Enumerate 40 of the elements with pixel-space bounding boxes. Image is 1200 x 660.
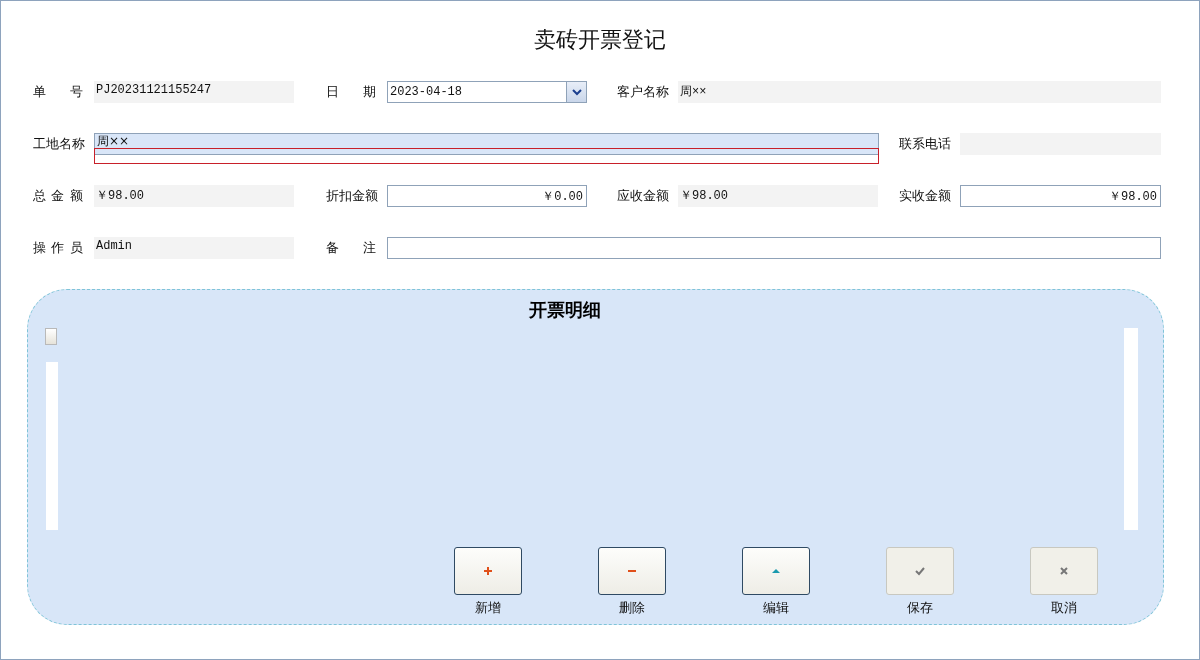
field-label: 工地名称 [33, 135, 83, 153]
field-label: 折扣金额 [326, 187, 376, 205]
button-caption: 编辑 [763, 599, 789, 617]
readonly-field: ￥98.00 [678, 185, 878, 207]
field-label: 总 金 额 [33, 187, 83, 205]
input-field[interactable]: 周×× [94, 133, 879, 155]
field-label: 联系电话 [899, 135, 949, 153]
field-label: 实收金额 [899, 187, 949, 205]
scrollbar[interactable] [1124, 328, 1138, 530]
toolbar-button[interactable] [742, 547, 810, 595]
dropdown-button[interactable] [566, 82, 586, 102]
readonly-field: ￥98.00 [94, 185, 294, 207]
chevron-down-icon [571, 88, 582, 96]
button-caption: 保存 [907, 599, 933, 617]
field-label: 客户名称 [617, 83, 667, 101]
scrollbar[interactable] [46, 362, 58, 530]
button-caption: 新增 [475, 599, 501, 617]
triangle-up-icon [771, 566, 781, 576]
readonly-field: 周×× [678, 81, 1161, 103]
input-field[interactable]: ￥0.00 [387, 185, 587, 207]
input-field[interactable] [387, 237, 1161, 259]
toolbar-button[interactable] [598, 547, 666, 595]
panel-title: 开票明细 [528, 298, 602, 322]
window-title: 卖砖开票登记 [533, 26, 667, 54]
date-picker[interactable]: 2023-04-18 [387, 81, 587, 103]
field-label: 备 注 [326, 239, 376, 257]
field-label: 操 作 员 [33, 239, 83, 257]
input-field[interactable]: ￥98.00 [960, 185, 1161, 207]
field-label: 单 号 [33, 83, 83, 101]
button-caption: 取消 [1051, 599, 1077, 617]
grid-corner-button[interactable] [45, 328, 57, 345]
check-icon [915, 566, 925, 576]
button-caption: 删除 [619, 599, 645, 617]
readonly-field: PJ20231121155247 [94, 81, 294, 103]
plus-icon [483, 566, 493, 576]
close-icon [1059, 566, 1069, 576]
field-label: 日 期 [326, 83, 376, 101]
field-label: 应收金额 [617, 187, 667, 205]
toolbar-button[interactable] [454, 547, 522, 595]
readonly-field: Admin [94, 237, 294, 259]
